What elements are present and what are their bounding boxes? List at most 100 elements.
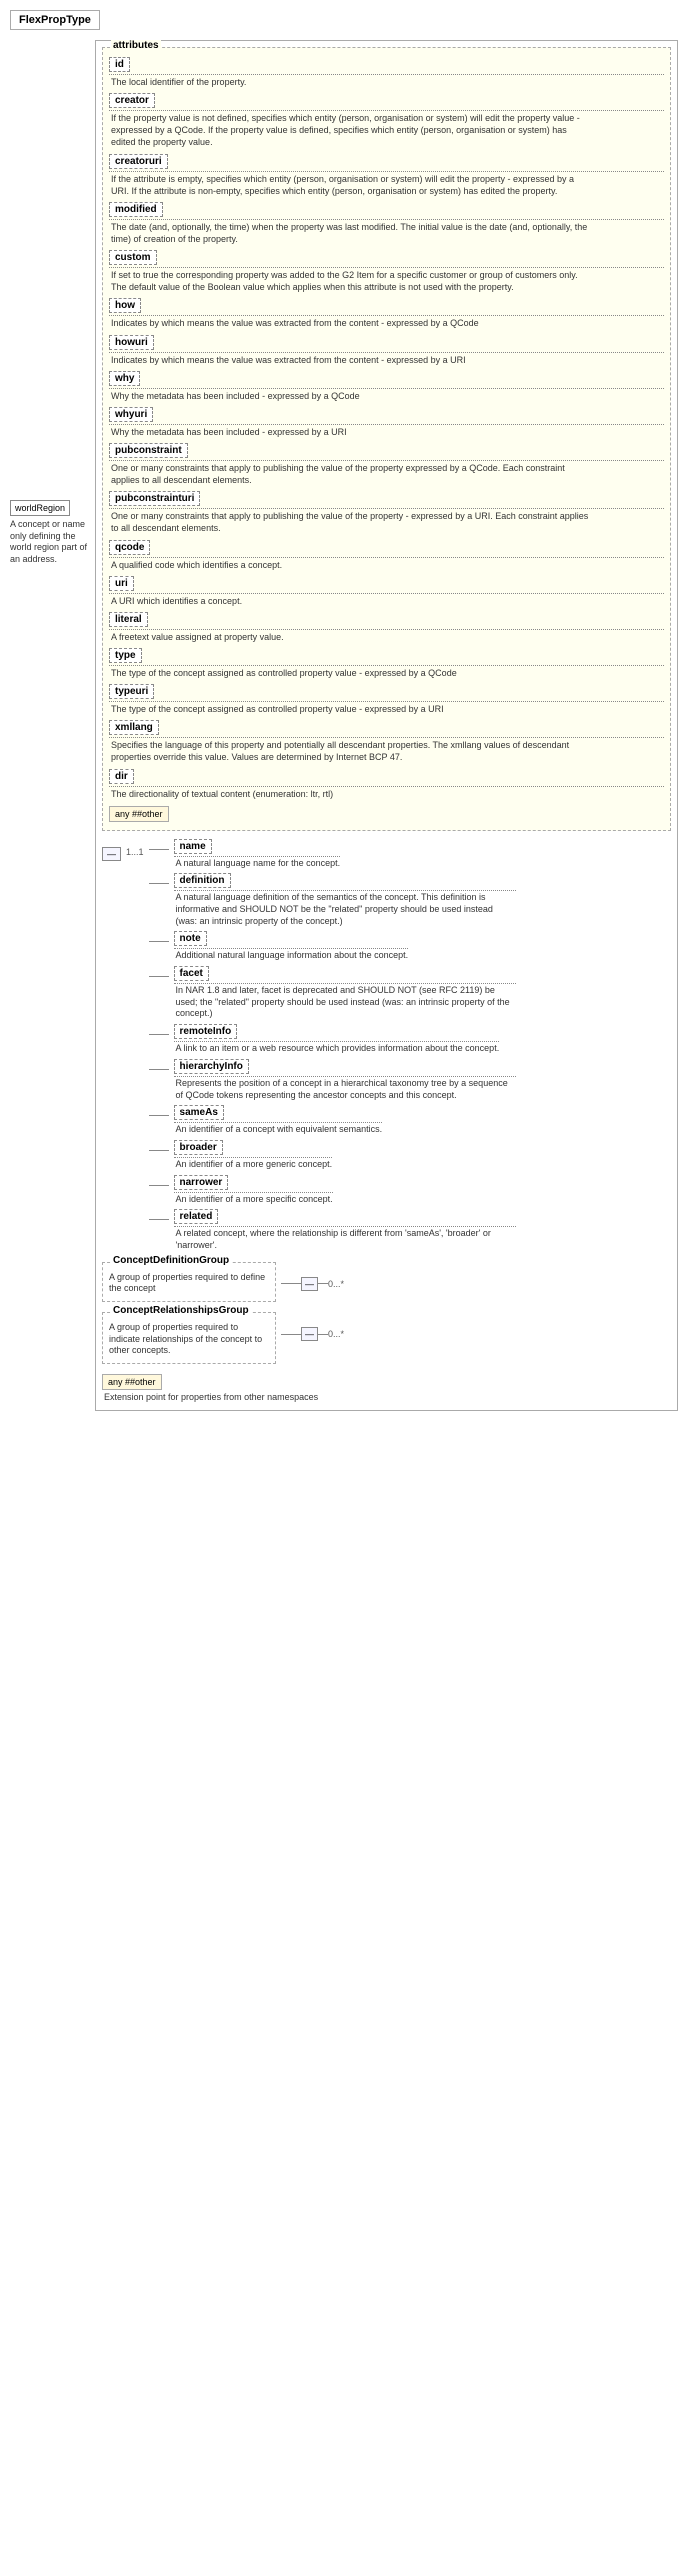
group-connector-ConceptDefinitionGroup [281,1283,301,1284]
connector-note [149,941,169,942]
connector-broader [149,1150,169,1151]
group-title-ConceptRelationshipsGroup: ConceptRelationshipsGroup [111,1305,251,1316]
attributes-section: attributes id The local identifier of th… [102,47,671,831]
attr-item-literal: literal A freetext value assigned at pro… [109,612,664,643]
element-name-remoteInfo: remoteInfo [174,1024,238,1039]
attr-name-dir: dir [109,769,134,784]
right-elements-section: — 1...1 name A natural language name for… [102,839,671,1252]
attr-name-creatoruri: creatoruri [109,154,168,169]
connector-facet [149,976,169,977]
element-desc-note: Additional natural language information … [176,950,409,962]
world-region-side: worldRegion A concept or name only defin… [10,500,95,566]
bottom-any-other-desc: Extension point for properties from othe… [104,1392,671,1402]
world-region-label: worldRegion [15,503,65,513]
right-element-note: note Additional natural language informa… [149,931,516,962]
attr-item-whyuri: whyuri Why the metadata has been include… [109,407,664,438]
element-name-related: related [174,1209,219,1224]
connector-hierarchyInfo [149,1069,169,1070]
connector-related [149,1219,169,1220]
element-name-name: name [174,839,212,854]
attr-desc-how: Indicates by which means the value was e… [111,317,591,329]
attr-item-xmllang: xmllang Specifies the language of this p… [109,720,664,763]
group-seq-ConceptDefinitionGroup: — [301,1277,318,1291]
right-element-hierarchyInfo: hierarchyInfo Represents the position of… [149,1059,516,1101]
attr-name-typeuri: typeuri [109,684,154,699]
element-desc-remoteInfo: A link to an item or a web resource whic… [176,1043,500,1055]
group-ConceptDefinitionGroup: ConceptDefinitionGroup A group of proper… [102,1262,671,1302]
attr-desc-modified: The date (and, optionally, the time) whe… [111,221,591,245]
attr-name-qcode: qcode [109,540,150,555]
right-element-name: name A natural language name for the con… [149,839,516,870]
group-ConceptRelationshipsGroup: ConceptRelationshipsGroup A group of pro… [102,1312,671,1364]
element-desc-definition: A natural language definition of the sem… [176,892,516,927]
element-desc-related: A related concept, where the relationshi… [176,1228,516,1251]
attr-name-pubconstraint: pubconstraint [109,443,188,458]
group-seq-ConceptRelationshipsGroup: — [301,1327,318,1341]
element-desc-facet: In NAR 1.8 and later, facet is deprecate… [176,985,516,1020]
right-element-broader: broader An identifier of a more generic … [149,1140,516,1171]
diagram-title: FlexPropType [10,10,100,30]
attr-item-custom: custom If set to true the corresponding … [109,250,664,293]
attr-desc-typeuri: The type of the concept assigned as cont… [111,703,591,715]
connector-remoteInfo [149,1034,169,1035]
right-element-sameAs: sameAs An identifier of a concept with e… [149,1105,516,1136]
attr-desc-literal: A freetext value assigned at property va… [111,631,591,643]
attr-name-uri: uri [109,576,134,591]
attr-name-literal: literal [109,612,148,627]
world-region-desc: A concept or name only defining the worl… [10,519,90,566]
attr-name-whyuri: whyuri [109,407,153,422]
attr-desc-custom: If set to true the corresponding propert… [111,269,591,293]
connector-narrower [149,1185,169,1186]
attr-item-why: why Why the metadata has been included -… [109,371,664,402]
attr-name-modified: modified [109,202,163,217]
group-desc-ConceptDefinitionGroup: A group of properties required to define… [109,1272,269,1295]
attr-item-dir: dir The directionality of textual conten… [109,769,664,800]
attr-desc-uri: A URI which identifies a concept. [111,595,591,607]
attr-name-custom: custom [109,250,157,265]
bottom-any-other: any ##other Extension point for properti… [102,1374,671,1402]
attr-item-how: how Indicates by which means the value w… [109,298,664,329]
connector-sameAs [149,1115,169,1116]
attr-item-typeuri: typeuri The type of the concept assigned… [109,684,664,715]
attr-name-id: id [109,57,130,72]
attributes-list: id The local identifier of the property.… [109,57,664,800]
group-title-ConceptDefinitionGroup: ConceptDefinitionGroup [111,1255,231,1266]
groups-container: ConceptDefinitionGroup A group of proper… [102,1262,671,1364]
element-desc-narrower: An identifier of a more specific concept… [176,1194,333,1206]
attr-item-type: type The type of the concept assigned as… [109,648,664,679]
bottom-any-other-label: any ##other [102,1374,162,1390]
attr-desc-pubconstrainturi: One or many constraints that apply to pu… [111,510,591,534]
right-element-related: related A related concept, where the rel… [149,1209,516,1251]
attr-desc-howuri: Indicates by which means the value was e… [111,354,591,366]
attr-name-howuri: howuri [109,335,154,350]
group-box-ConceptRelationshipsGroup: ConceptRelationshipsGroup A group of pro… [102,1312,276,1364]
any-other-label: any ##other [109,806,169,822]
seq-marker-1: — [102,847,121,861]
attr-desc-dir: The directionality of textual content (e… [111,788,591,800]
attr-desc-type: The type of the concept assigned as cont… [111,667,591,679]
attr-desc-creatoruri: If the attribute is empty, specifies whi… [111,173,591,197]
attr-desc-creator: If the property value is not defined, sp… [111,112,591,148]
group-mult-ConceptRelationshipsGroup: 0...* [328,1329,344,1339]
attr-item-creator: creator If the property value is not def… [109,93,664,148]
element-name-hierarchyInfo: hierarchyInfo [174,1059,249,1074]
element-name-broader: broader [174,1140,223,1155]
attributes-title: attributes [111,40,161,51]
group-mult-ConceptDefinitionGroup: 0...* [328,1279,344,1289]
attr-name-why: why [109,371,140,386]
main-content-box: attributes id The local identifier of th… [95,40,678,1411]
element-desc-hierarchyInfo: Represents the position of a concept in … [176,1078,516,1101]
element-desc-sameAs: An identifier of a concept with equivale… [176,1124,383,1136]
attr-name-pubconstrainturi: pubconstrainturi [109,491,200,506]
element-desc-broader: An identifier of a more generic concept. [176,1159,333,1171]
connector-definition [149,883,169,884]
attr-item-modified: modified The date (and, optionally, the … [109,202,664,245]
attr-desc-xmllang: Specifies the language of this property … [111,739,591,763]
attr-item-pubconstraint: pubconstraint One or many constraints th… [109,443,664,486]
attr-item-qcode: qcode A qualified code which identifies … [109,540,664,571]
attr-item-pubconstrainturi: pubconstrainturi One or many constraints… [109,491,664,534]
multiplicity-1: 1...1 [126,847,144,857]
attr-desc-id: The local identifier of the property. [111,76,591,88]
element-desc-name: A natural language name for the concept. [176,858,341,870]
attr-item-howuri: howuri Indicates by which means the valu… [109,335,664,366]
